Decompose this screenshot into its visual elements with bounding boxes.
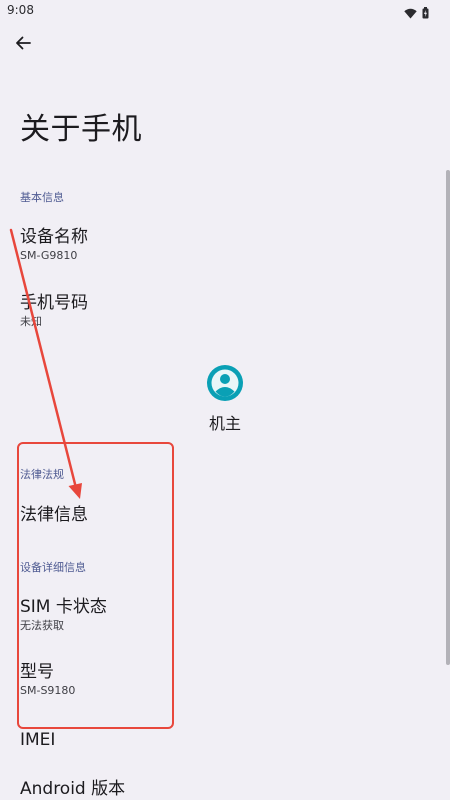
- arrow-back-icon: [15, 35, 31, 55]
- section-header-basic-info: 基本信息: [20, 191, 64, 204]
- phone-number-summary: 未知: [20, 315, 42, 328]
- android-version-title: Android 版本: [20, 779, 126, 799]
- sim-status-title: SIM 卡状态: [20, 597, 107, 617]
- owner-label: 机主: [208, 414, 241, 433]
- device-name-title: 设备名称: [20, 227, 88, 247]
- phone-number-item[interactable]: 手机号码 未知: [20, 292, 430, 329]
- phone-number-title: 手机号码: [20, 293, 88, 313]
- back-button[interactable]: [9, 31, 37, 59]
- status-time: 9:08: [7, 3, 34, 17]
- page-title: 关于手机: [20, 112, 142, 147]
- sim-status-summary: 无法获取: [20, 619, 64, 632]
- scrollbar-thumb[interactable]: [446, 170, 450, 665]
- imei-item[interactable]: IMEI: [20, 729, 430, 751]
- battery-icon: [422, 4, 429, 23]
- model-title: 型号: [20, 662, 54, 682]
- android-version-item[interactable]: Android 版本: [20, 778, 430, 800]
- section-header-legal: 法律法规: [20, 468, 64, 481]
- legal-info-item[interactable]: 法律信息: [20, 504, 430, 526]
- owner-item[interactable]: 机主: [190, 365, 260, 434]
- account-circle-icon: [190, 365, 260, 401]
- sim-status-item[interactable]: SIM 卡状态 无法获取: [20, 596, 430, 633]
- status-icons: [404, 4, 429, 23]
- device-name-summary: SM-G9810: [20, 249, 78, 262]
- legal-info-title: 法律信息: [20, 505, 88, 525]
- wifi-icon: [404, 4, 417, 23]
- model-summary: SM-S9180: [20, 684, 76, 697]
- about-phone-screen: 9:08 关于手机 基本信息 设备名称 SM-G9810 手机号码 未知 机主 …: [0, 0, 450, 800]
- device-name-item[interactable]: 设备名称 SM-G9810: [20, 226, 430, 263]
- model-item[interactable]: 型号 SM-S9180: [20, 661, 430, 698]
- imei-title: IMEI: [20, 730, 56, 750]
- section-header-device-details: 设备详细信息: [20, 561, 86, 574]
- status-bar: 9:08: [0, 0, 450, 22]
